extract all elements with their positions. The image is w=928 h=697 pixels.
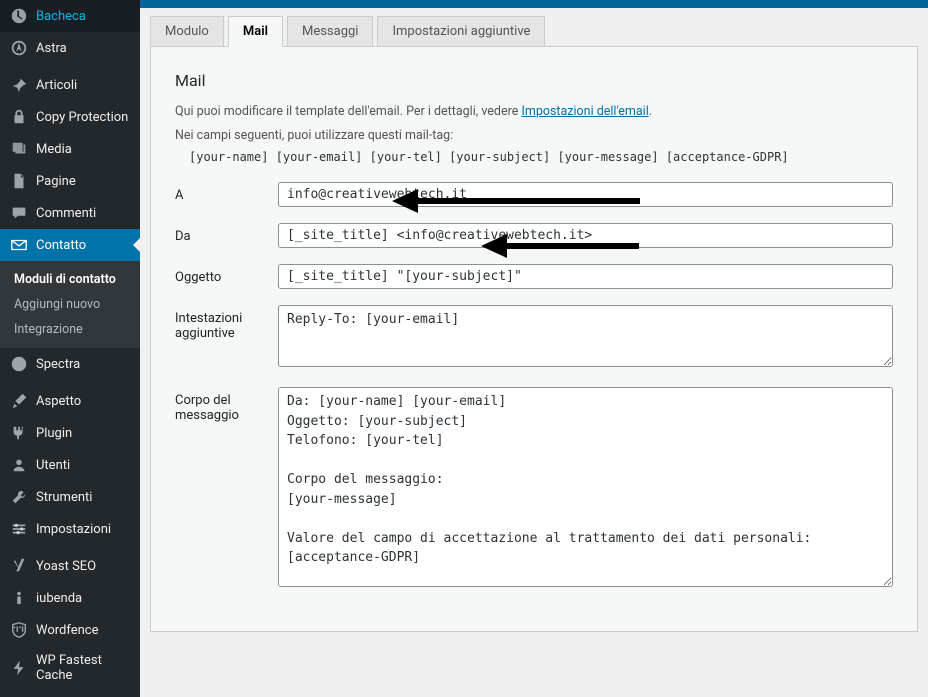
spectra-icon <box>10 355 28 373</box>
sidebar-item-label: Wordfence <box>36 623 99 638</box>
tab-messaggi[interactable]: Messaggi <box>287 16 374 47</box>
sidebar-item-astra[interactable]: Astra <box>0 32 140 64</box>
label-from: Da <box>175 223 270 244</box>
sidebar-item-label: Spectra <box>36 357 80 372</box>
sidebar-item-label: Commenti <box>36 206 96 221</box>
sidebar-item-wordfence[interactable]: Wordfence <box>0 614 140 646</box>
sidebar-item-maintenance[interactable]: Maintenance <box>0 690 140 697</box>
sidebar-item-iubenda[interactable]: iubenda <box>0 582 140 614</box>
iubenda-icon <box>10 589 28 607</box>
wordfence-icon <box>10 621 28 639</box>
tab-mail[interactable]: Mail <box>228 16 283 47</box>
input-from[interactable] <box>278 223 893 248</box>
sidebar-item-aspetto[interactable]: Aspetto <box>0 385 140 417</box>
comments-icon <box>10 204 28 222</box>
submenu-integrazione[interactable]: Integrazione <box>0 317 140 342</box>
sidebar-item-label: WP Fastest Cache <box>36 653 132 683</box>
sidebar-item-utenti[interactable]: Utenti <box>0 449 140 481</box>
sidebar-item-label: Aspetto <box>36 394 81 409</box>
sidebar-item-label: Strumenti <box>36 490 92 505</box>
textarea-body[interactable] <box>278 387 893 587</box>
top-bar-fragment <box>140 0 928 8</box>
sidebar-item-label: Media <box>36 142 72 157</box>
lock-icon <box>10 108 28 126</box>
brush-icon <box>10 392 28 410</box>
mail-heading: Mail <box>175 71 893 90</box>
mail-panel: Mail Qui puoi modificare il template del… <box>150 46 918 632</box>
sidebar-item-label: Utenti <box>36 458 70 473</box>
sidebar-item-strumenti[interactable]: Strumenti <box>0 481 140 513</box>
mail-desc2: Nei campi seguenti, puoi utilizzare ques… <box>175 126 893 146</box>
sidebar-item-label: Impostazioni <box>36 522 111 537</box>
sidebar-item-label: Yoast SEO <box>36 559 96 574</box>
sidebar-item-impostazioni[interactable]: Impostazioni <box>0 513 140 545</box>
sidebar-item-label: iubenda <box>36 591 82 606</box>
sidebar-item-label: Contatto <box>36 238 86 253</box>
tab-impostazioni-aggiuntive[interactable]: Impostazioni aggiuntive <box>377 16 545 47</box>
sidebar-item-label: Copy Protection <box>36 110 128 125</box>
label-to: A <box>175 182 270 203</box>
mail-desc: Qui puoi modificare il template dell'ema… <box>175 102 893 122</box>
sidebar-submenu: Moduli di contatto Aggiungi nuovo Integr… <box>0 261 140 348</box>
plug-icon <box>10 424 28 442</box>
row-headers: Intestazioni aggiuntive <box>175 305 893 371</box>
mail-icon <box>10 236 28 254</box>
bolt-icon <box>10 659 28 677</box>
sidebar-item-label: Bacheca <box>36 9 86 24</box>
row-subject: Oggetto <box>175 264 893 289</box>
sidebar-item-commenti[interactable]: Commenti <box>0 197 140 229</box>
label-subject: Oggetto <box>175 264 270 285</box>
label-body: Corpo del messaggio <box>175 387 270 423</box>
mail-desc-link[interactable]: Impostazioni dell'email <box>521 104 648 119</box>
tabs: Modulo Mail Messaggi Impostazioni aggiun… <box>150 16 918 47</box>
users-icon <box>10 456 28 474</box>
mail-tags: [your-name] [your-email] [your-tel] [you… <box>175 150 893 164</box>
sidebar-item-label: Astra <box>36 41 67 56</box>
submenu-aggiungi[interactable]: Aggiungi nuovo <box>0 292 140 317</box>
media-icon <box>10 140 28 158</box>
sidebar-item-bacheca[interactable]: Bacheca <box>0 0 140 32</box>
sidebar-item-spectra[interactable]: Spectra <box>0 348 140 380</box>
tab-modulo[interactable]: Modulo <box>150 16 224 47</box>
yoast-icon <box>10 557 28 575</box>
label-headers: Intestazioni aggiuntive <box>175 305 270 341</box>
submenu-moduli[interactable]: Moduli di contatto <box>0 267 140 292</box>
row-to: A <box>175 182 893 207</box>
dashboard-icon <box>10 7 28 25</box>
wrench-icon <box>10 488 28 506</box>
sidebar-item-wpfc[interactable]: WP Fastest Cache <box>0 646 140 690</box>
sidebar-item-label: Articoli <box>36 78 77 93</box>
main-content: Modulo Mail Messaggi Impostazioni aggiun… <box>140 8 928 697</box>
textarea-headers[interactable] <box>278 305 893 367</box>
sidebar-item-pagine[interactable]: Pagine <box>0 165 140 197</box>
sidebar-item-label: Pagine <box>36 174 76 189</box>
pin-icon <box>10 76 28 94</box>
admin-sidebar: Bacheca Astra Articoli Copy Protection M… <box>0 0 140 697</box>
row-body: Corpo del messaggio <box>175 387 893 591</box>
astra-icon <box>10 39 28 57</box>
row-from: Da <box>175 223 893 248</box>
pages-icon <box>10 172 28 190</box>
sidebar-item-label: Plugin <box>36 426 72 441</box>
sliders-icon <box>10 520 28 538</box>
sidebar-item-plugin[interactable]: Plugin <box>0 417 140 449</box>
sidebar-item-contatto[interactable]: Contatto <box>0 229 140 261</box>
input-to[interactable] <box>278 182 893 207</box>
input-subject[interactable] <box>278 264 893 289</box>
sidebar-item-media[interactable]: Media <box>0 133 140 165</box>
sidebar-item-yoast[interactable]: Yoast SEO <box>0 550 140 582</box>
sidebar-item-copy-protection[interactable]: Copy Protection <box>0 101 140 133</box>
sidebar-item-articoli[interactable]: Articoli <box>0 69 140 101</box>
